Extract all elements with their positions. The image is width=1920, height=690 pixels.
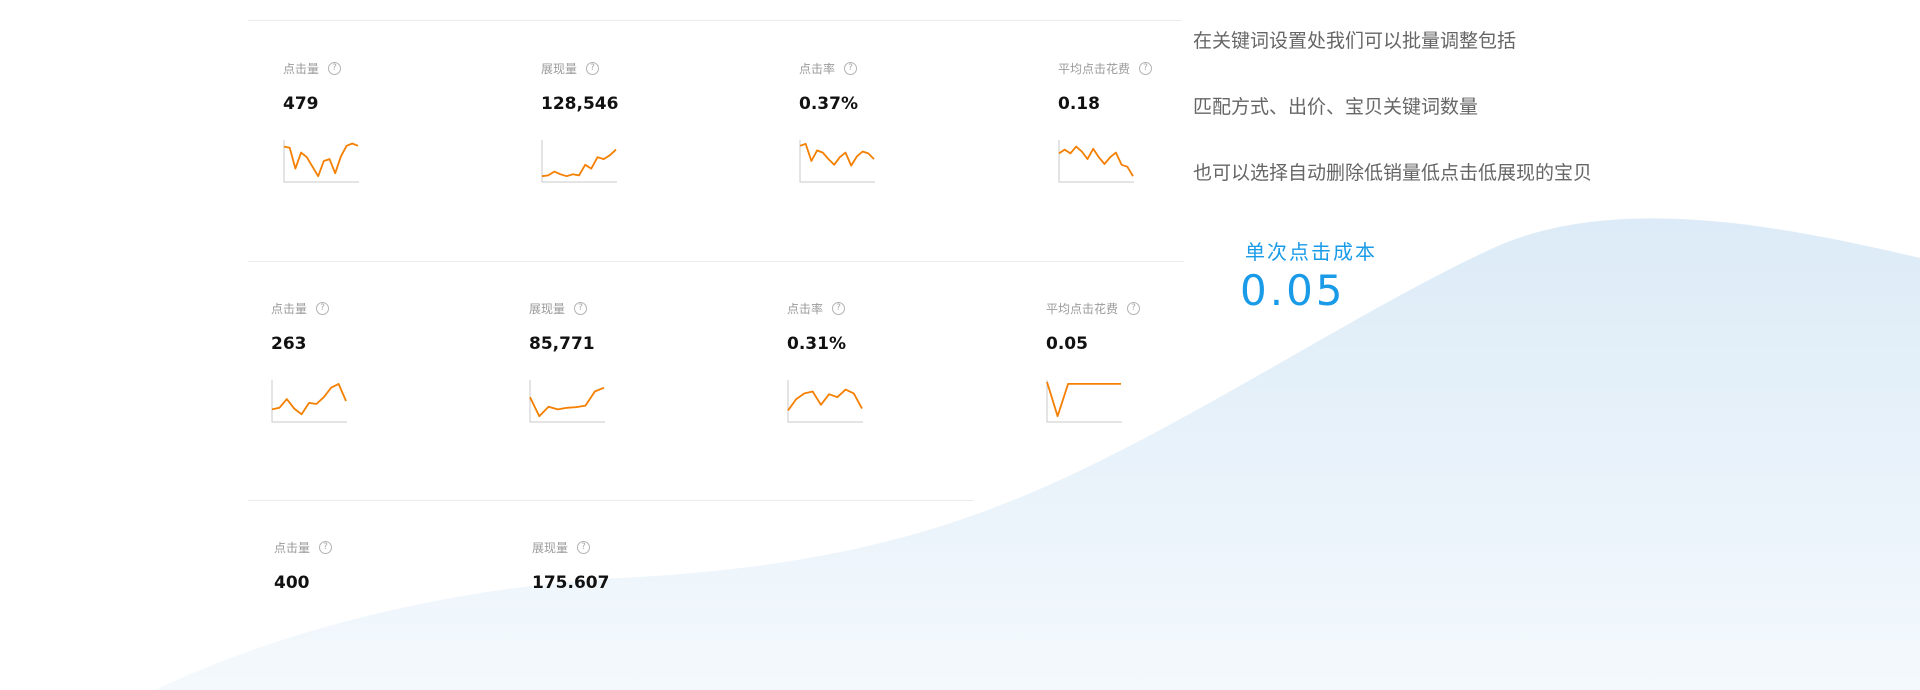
metric-card: 点击率? 0.31% <box>787 300 1007 423</box>
help-icon[interactable]: ? <box>577 540 591 554</box>
sparkline-chart <box>1058 140 1134 183</box>
metric-card: 点击量? 400 <box>274 539 494 588</box>
sparkline-series <box>529 386 605 418</box>
metric-label: 展现量 <box>529 301 566 316</box>
help-icon[interactable]: ? <box>319 540 333 554</box>
sparkline-axis <box>787 380 863 423</box>
sparkline-series <box>271 383 347 416</box>
metric-card: 点击量? 479 <box>283 60 503 183</box>
sparkline-chart <box>1046 380 1122 423</box>
sparkline-chart <box>271 380 347 423</box>
metrics-panel: 点击量? 479 展现量? 128,546 点击率? 0.37% 平均点击花费?… <box>0 0 1180 588</box>
metric-label: 点击量 <box>271 301 308 316</box>
metric-value: 263 <box>271 334 307 354</box>
metric-label: 展现量 <box>532 540 569 555</box>
metric-label: 点击率 <box>799 61 836 76</box>
help-icon[interactable]: ? <box>328 61 342 75</box>
metric-card: 点击量? 263 <box>271 300 491 423</box>
metric-card: 展现量? 85,771 <box>529 300 749 423</box>
help-icon[interactable]: ? <box>586 61 600 75</box>
metric-label: 平均点击花费 <box>1058 61 1131 76</box>
sparkline-chart <box>799 140 875 183</box>
metric-value: 128,546 <box>541 94 619 114</box>
metric-label: 平均点击花费 <box>1046 301 1119 316</box>
cost-label: 单次点击成本 <box>1245 240 1377 264</box>
metric-value: 175,607 <box>532 573 610 588</box>
metric-label: 展现量 <box>541 61 578 76</box>
sparkline-chart <box>787 380 863 423</box>
metric-card: 点击率? 0.37% <box>799 60 1019 183</box>
sparkline-axis <box>1058 140 1134 183</box>
metric-value: 0.37% <box>799 94 858 114</box>
note-line-3: 也可以选择自动删除低销量低点击低展现的宝贝 <box>1193 162 1593 184</box>
metric-label: 点击率 <box>787 301 824 316</box>
help-icon[interactable]: ? <box>316 301 330 315</box>
sparkline-axis <box>529 380 605 423</box>
metric-value: 400 <box>274 573 310 588</box>
metric-card: 展现量? 175,607 <box>532 539 752 588</box>
metric-value: 0.05 <box>1046 334 1088 354</box>
note-line-1: 在关键词设置处我们可以批量调整包括 <box>1193 30 1517 52</box>
metric-card: 平均点击花费? 0.05 <box>1046 300 1180 423</box>
sparkline-series <box>1058 145 1134 177</box>
sparkline-chart <box>541 140 617 183</box>
sparkline-chart <box>529 380 605 423</box>
note-line-2: 匹配方式、出价、宝贝关键词数量 <box>1193 96 1479 118</box>
metric-value: 0.31% <box>787 334 846 354</box>
metric-label: 点击量 <box>274 540 311 555</box>
cost-value: 0.05 <box>1240 266 1346 315</box>
metric-card: 平均点击花费? 0.18 <box>1058 60 1180 183</box>
metric-card: 展现量? 128,546 <box>541 60 761 183</box>
sparkline-series <box>1046 381 1121 418</box>
help-icon[interactable]: ? <box>832 301 846 315</box>
help-icon[interactable]: ? <box>1127 301 1141 315</box>
sparkline-series <box>799 143 875 167</box>
metric-label: 点击量 <box>283 61 320 76</box>
metric-value: 0.18 <box>1058 94 1100 114</box>
help-icon[interactable]: ? <box>1139 61 1153 75</box>
sparkline-series <box>283 142 359 178</box>
metric-value: 85,771 <box>529 334 595 354</box>
metric-value: 479 <box>283 94 319 114</box>
help-icon[interactable]: ? <box>844 61 858 75</box>
sparkline-series <box>541 148 617 178</box>
sparkline-chart <box>283 140 359 183</box>
sparkline-series <box>787 388 863 412</box>
help-icon[interactable]: ? <box>574 301 588 315</box>
